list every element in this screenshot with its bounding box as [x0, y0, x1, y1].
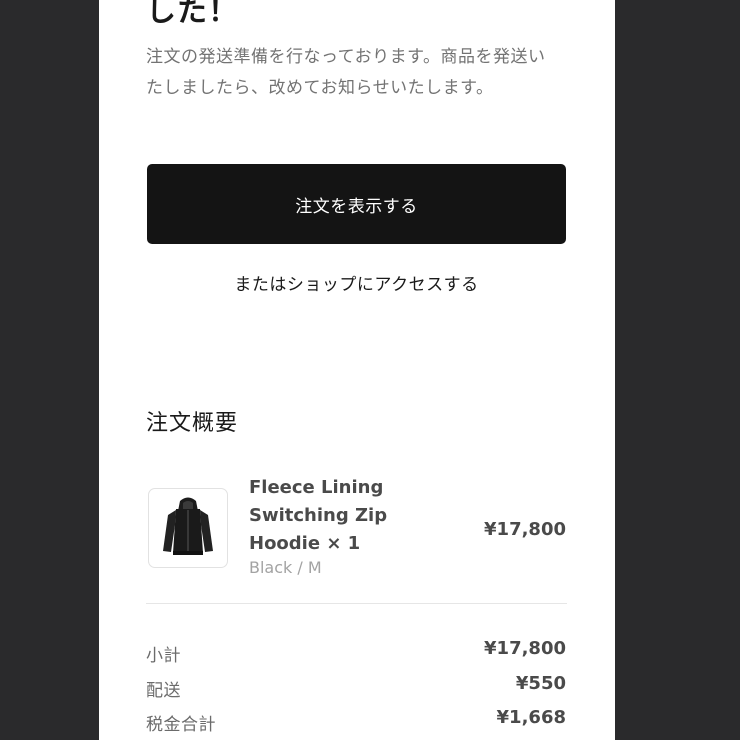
headline: した！: [146, 0, 239, 29]
confirmation-message: 注文の発送準備を行なっております。商品を発送いたしましたら、改めてお知らせいたし…: [146, 47, 546, 98]
shipping-value: ¥550: [515, 673, 566, 694]
tax-value: ¥1,668: [496, 707, 566, 728]
product-name: Fleece Lining Switching Zip Hoodie × 1: [249, 477, 388, 554]
subtotal-label: 小計: [146, 646, 181, 666]
visit-shop-link[interactable]: またはショップにアクセスする: [147, 270, 566, 295]
hoodie-icon: [163, 497, 213, 555]
product-price: ¥17,800: [484, 519, 566, 540]
shipping-label: 配送: [146, 681, 181, 701]
tax-label: 税金合計: [146, 715, 216, 735]
email-panel: した！ 注文の発送準備を行なっております。商品を発送いたしましたら、改めてお知ら…: [99, 0, 615, 740]
product-variant: Black / M: [249, 558, 322, 577]
view-order-button[interactable]: 注文を表示する: [147, 164, 566, 244]
divider: [146, 603, 567, 604]
product-thumbnail: [148, 488, 228, 568]
order-summary-title: 注文概要: [146, 411, 239, 436]
subtotal-value: ¥17,800: [484, 638, 566, 659]
